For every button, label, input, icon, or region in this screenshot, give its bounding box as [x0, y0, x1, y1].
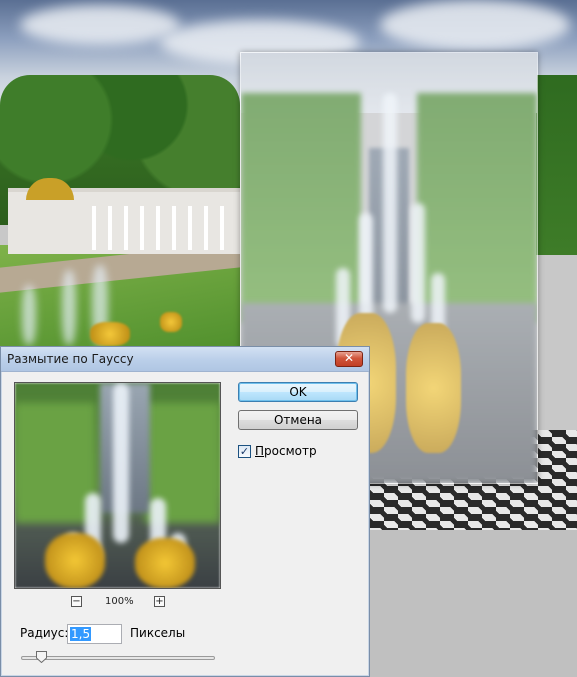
pavilion: [8, 178, 240, 254]
radius-value: 1,5: [70, 627, 92, 641]
cloud: [20, 5, 180, 45]
zoom-out-icon[interactable]: −: [71, 596, 82, 607]
dialog-titlebar[interactable]: Размытие по Гауссу ✕: [1, 347, 369, 372]
radius-slider-thumb[interactable]: [35, 651, 47, 663]
trees-right: [536, 75, 577, 255]
dialog-title: Размытие по Гауссу: [7, 352, 134, 366]
cancel-button[interactable]: Отмена: [238, 410, 358, 430]
canvas-background: [370, 530, 577, 677]
golden-statue: [160, 312, 182, 332]
cloud: [380, 0, 570, 50]
close-icon: ✕: [343, 351, 355, 365]
radius-slider-track[interactable]: [21, 656, 215, 660]
zoom-level: 100%: [105, 596, 134, 607]
zoom-controls: − 100% +: [71, 596, 181, 610]
radius-input[interactable]: 1,5: [67, 624, 122, 644]
preview-window[interactable]: [14, 382, 221, 589]
fountain-jet: [22, 285, 36, 345]
fountain-jet: [62, 270, 76, 345]
units-label: Пикселы: [130, 626, 186, 640]
ok-button[interactable]: OK: [238, 382, 358, 402]
preview-checkbox[interactable]: ✓: [238, 445, 251, 458]
close-button[interactable]: ✕: [335, 351, 363, 367]
golden-statue: [90, 322, 130, 346]
gaussian-blur-dialog: Размытие по Гауссу ✕ − 100% + OK Отмена …: [0, 346, 370, 677]
preview-checkbox-label[interactable]: Просмотр: [255, 444, 317, 458]
zoom-in-icon[interactable]: +: [154, 596, 165, 607]
check-icon: ✓: [239, 445, 250, 458]
radius-label: Радиус:: [20, 626, 69, 640]
